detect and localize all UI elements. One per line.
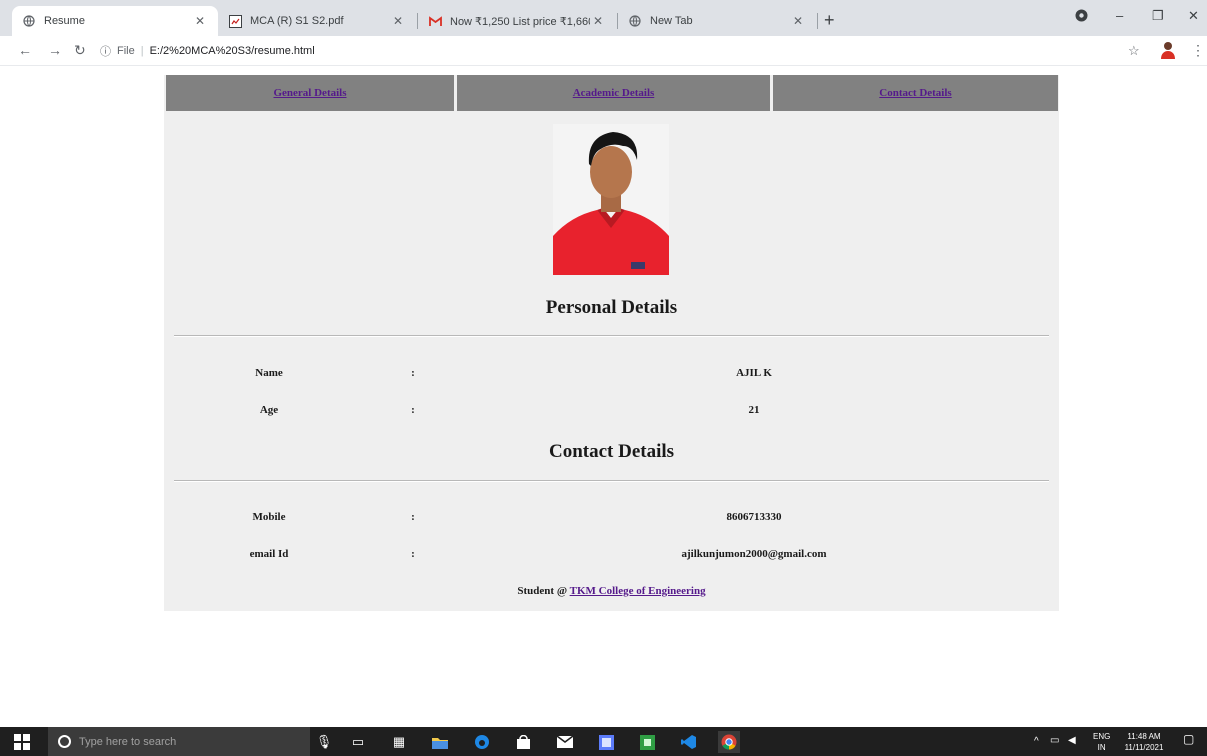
divider bbox=[174, 335, 1049, 337]
nav-cell-academic: Academic Details bbox=[457, 75, 770, 111]
address-separator: | bbox=[140, 45, 144, 57]
minimize-icon[interactable]: – bbox=[1116, 8, 1123, 23]
info-icon[interactable]: ⓘ bbox=[100, 43, 111, 59]
calculator-icon[interactable]: ▦ bbox=[390, 733, 408, 751]
tab-strip: Resume ✕ MCA (R) S1 S2.pdf ✕ Now ₹1,250 … bbox=[0, 0, 1207, 36]
menu-kebab-icon[interactable]: ⋮ bbox=[1191, 42, 1205, 59]
address-bar[interactable]: ⓘ File | E:/2%20MCA%20S3/resume.html bbox=[100, 40, 1115, 62]
clock-time: 11:48 AM bbox=[1127, 732, 1161, 741]
edge-icon[interactable] bbox=[473, 733, 491, 751]
chrome-taskbar-icon[interactable] bbox=[718, 731, 740, 753]
resume-footer: Student @ TKM College of Engineering bbox=[164, 585, 1059, 597]
row-label: Name bbox=[255, 367, 283, 379]
college-link[interactable]: TKM College of Engineering bbox=[570, 585, 706, 597]
detail-row-age: Age : 21 bbox=[164, 404, 1059, 422]
page-viewport: General Details Academic Details Contact… bbox=[0, 67, 1207, 727]
search-circle-icon bbox=[58, 735, 71, 748]
bookmark-star-icon[interactable]: ☆ bbox=[1128, 43, 1140, 59]
divider bbox=[174, 480, 1049, 482]
row-value: AJIL K bbox=[736, 367, 772, 379]
row-label: Age bbox=[259, 404, 279, 416]
gmail-icon bbox=[428, 14, 442, 28]
profile-avatar-icon[interactable] bbox=[1160, 41, 1176, 59]
volume-icon[interactable]: ◀ bbox=[1068, 735, 1076, 746]
reload-icon[interactable]: ↻ bbox=[74, 42, 86, 59]
row-colon: : bbox=[411, 404, 415, 416]
tab-resume[interactable]: Resume ✕ bbox=[12, 6, 218, 36]
notification-icon[interactable]: ▢ bbox=[1183, 733, 1194, 745]
personal-details-heading: Personal Details bbox=[545, 297, 678, 318]
resume-nav: General Details Academic Details Contact… bbox=[166, 75, 1058, 111]
browser-toolbar: ← → ↻ ⓘ File | E:/2%20MCA%20S3/resume.ht… bbox=[0, 36, 1207, 66]
microphone-icon[interactable]: 🎙 bbox=[315, 733, 333, 751]
close-tab-icon[interactable]: ✕ bbox=[590, 14, 606, 28]
clock[interactable]: 11:48 AM 11/11/2021 bbox=[1118, 731, 1170, 753]
tab-title: MCA (R) S1 S2.pdf bbox=[250, 15, 344, 27]
taskbar-search-box[interactable]: Type here to search bbox=[48, 727, 310, 756]
row-value: ajilkunjumon2000@gmail.com bbox=[681, 548, 827, 560]
tab-new-tab[interactable]: New Tab ✕ bbox=[618, 6, 816, 36]
language-indicator[interactable]: ENG IN bbox=[1093, 731, 1110, 753]
row-value: 21 bbox=[748, 404, 760, 416]
row-label: email Id bbox=[249, 548, 289, 560]
screen: Resume ✕ MCA (R) S1 S2.pdf ✕ Now ₹1,250 … bbox=[0, 0, 1207, 756]
tray-chevron-icon[interactable]: ^ bbox=[1034, 736, 1039, 747]
row-value: 8606713330 bbox=[726, 511, 782, 523]
close-tab-icon[interactable]: ✕ bbox=[390, 14, 406, 28]
clock-date: 11/11/2021 bbox=[1124, 743, 1164, 752]
search-placeholder: Type here to search bbox=[79, 735, 177, 748]
windows-taskbar: Type here to search 🎙 ▭ ▦ ^ ▭ ◀ ENG IN 1… bbox=[0, 727, 1207, 756]
close-tab-icon[interactable]: ✕ bbox=[192, 14, 208, 28]
file-explorer-icon[interactable] bbox=[431, 733, 449, 751]
row-colon: : bbox=[411, 511, 415, 523]
contact-details-link[interactable]: Contact Details bbox=[879, 87, 951, 99]
lang-top: ENG bbox=[1093, 732, 1111, 741]
forward-arrow-icon[interactable]: → bbox=[48, 42, 62, 58]
row-label: Mobile bbox=[252, 511, 286, 523]
back-arrow-icon[interactable]: ← bbox=[18, 42, 32, 58]
close-tab-icon[interactable]: ✕ bbox=[790, 14, 806, 28]
nav-cell-general: General Details bbox=[166, 75, 454, 111]
photos-icon[interactable] bbox=[597, 733, 615, 751]
resume-container: General Details Academic Details Contact… bbox=[164, 75, 1059, 611]
row-colon: : bbox=[411, 548, 415, 560]
windows-start-icon[interactable] bbox=[14, 734, 30, 750]
globe-icon bbox=[22, 14, 36, 28]
tab-title: New Tab bbox=[650, 15, 693, 27]
tab-gmail[interactable]: Now ₹1,250 List price ₹1,660 a... ✕ bbox=[418, 6, 616, 36]
detail-row-name: Name : AJIL K bbox=[164, 367, 1059, 385]
globe-icon bbox=[628, 14, 642, 28]
chrome-extension-icon[interactable] bbox=[1075, 9, 1088, 25]
tab-separator bbox=[817, 13, 818, 29]
academic-details-link[interactable]: Academic Details bbox=[573, 87, 655, 99]
close-window-icon[interactable]: ✕ bbox=[1188, 8, 1199, 24]
pdf-icon bbox=[228, 14, 242, 28]
nav-cell-contact: Contact Details bbox=[773, 75, 1058, 111]
vscode-icon[interactable] bbox=[680, 733, 698, 751]
contact-details-heading: Contact Details bbox=[548, 441, 675, 462]
new-tab-button[interactable]: + bbox=[824, 10, 835, 31]
footer-prefix: Student @ bbox=[517, 585, 568, 597]
row-colon: : bbox=[411, 367, 415, 379]
detail-row-mobile: Mobile : 8606713330 bbox=[164, 511, 1059, 529]
general-details-link[interactable]: General Details bbox=[273, 87, 346, 99]
detail-row-email: email Id : ajilkunjumon2000@gmail.com bbox=[164, 548, 1059, 566]
mail-icon[interactable] bbox=[556, 733, 574, 751]
store-icon[interactable] bbox=[514, 733, 532, 751]
tab-pdf[interactable]: MCA (R) S1 S2.pdf ✕ bbox=[218, 6, 416, 36]
url-text: E:/2%20MCA%20S3/resume.html bbox=[149, 45, 315, 57]
network-icon[interactable]: ▭ bbox=[1050, 735, 1059, 746]
restore-icon[interactable]: ❐ bbox=[1152, 8, 1164, 24]
spreadsheet-icon[interactable] bbox=[638, 733, 656, 751]
task-view-icon[interactable]: ▭ bbox=[349, 733, 367, 751]
profile-photo bbox=[553, 124, 669, 275]
tab-title: Now ₹1,250 List price ₹1,660 a... bbox=[450, 15, 590, 28]
tab-title: Resume bbox=[44, 15, 85, 27]
scheme-label: File bbox=[117, 45, 135, 57]
lang-bottom: IN bbox=[1097, 743, 1106, 752]
